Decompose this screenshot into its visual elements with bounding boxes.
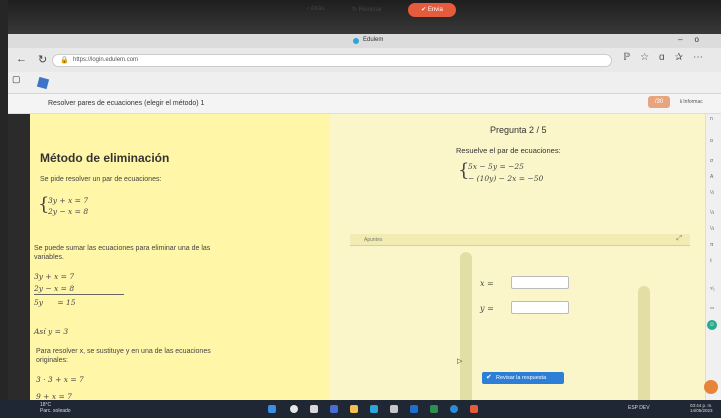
expand-icon[interactable]: ⤢ [676,235,682,243]
sub-note-line-1: Para resolver x, se sustituye y en una d… [36,348,211,355]
address-bar[interactable]: 🔒 https://login.edulem.com [52,54,612,67]
check-icon: ✔ [486,374,492,381]
work-eq-2: 2y − x = 8 [34,284,75,293]
store-icon[interactable] [390,405,398,413]
back-arrow-icon[interactable]: ← [16,53,27,65]
window-controls[interactable]: –o [678,35,711,44]
decor-pillar [638,286,650,408]
favorite-icon[interactable]: ☆ [640,52,659,63]
excel-icon[interactable] [430,405,438,413]
back-button[interactable]: ‹ Atrás [307,6,324,12]
sidebar-symbol[interactable]: ⁵⁄₂ [710,286,715,292]
x-answer-input[interactable] [511,276,569,289]
exercise-title: Resolver pares de ecuaciones (elegir el … [48,100,205,107]
file-explorer-icon[interactable] [350,405,358,413]
lesson-eq-2: 2y − x = 8 [48,207,89,216]
y-answer-input[interactable] [511,301,569,314]
question-eq-1: 5x − 5y = −25 [468,162,524,171]
work-eq-sum: 5y = 15 [34,298,76,307]
sub-eq-1: 3 · 3 + x = 7 [36,375,84,384]
browser-icon[interactable] [450,405,458,413]
taskbar: 18°C Parc. soleado ESP DEV 03:44 p. m. 1… [0,400,721,418]
question-eq-2: − (10y) − 2x = −50 [468,174,544,183]
check-answer-button[interactable]: ✔ Revisar la respuesta [482,372,564,384]
sidebar-symbol[interactable]: ℓ [710,258,712,264]
notes-panel-header[interactable]: Apuntes ⤢ [350,234,690,246]
url-text: https://login.edulem.com [73,57,139,63]
question-pane: Pregunta 2 / 5 Resuelve el par de ecuaci… [330,114,705,408]
sidebar-symbol[interactable]: A [710,174,713,180]
more-menu-icon[interactable]: ⋯ [693,52,713,63]
question-title: Pregunta 2 / 5 [490,125,547,135]
task-view-icon[interactable] [310,405,318,413]
toolbar-tools[interactable]: ℙ☆ɑ✰⋯ [623,52,713,63]
menu-icon[interactable]: ▢ [12,74,21,85]
help-icon[interactable]: ☺ [707,320,717,330]
chat-icon[interactable] [704,380,718,394]
desk-edge [0,0,8,418]
decor-pillar [460,252,472,408]
sidebar-symbol[interactable]: ⁵⁸ [710,306,714,312]
sidebar-symbol[interactable]: ½ [710,190,714,196]
start-icon[interactable] [268,405,276,413]
x-answer-label: x = [480,279,494,288]
system-tray[interactable]: ESP DEV [628,405,650,411]
window-title-bar: Edulem –o [8,34,721,48]
check-answer-label: Revisar la respuesta [496,375,547,381]
reset-button[interactable]: ↻ Reiniciar [352,6,382,13]
sidebar-symbol[interactable]: n [710,116,713,122]
lesson-intro: Se pide resolver un par de ecuaciones: [40,176,162,183]
reload-icon[interactable]: ↻ [38,53,47,66]
mouse-cursor-icon: ▷ [457,358,463,365]
sidebar-symbol[interactable]: σ [710,158,713,164]
sum-line [34,294,124,295]
lesson-eq-1: 3y + x = 7 [48,196,89,205]
app-icon [353,38,359,44]
work-eq-1: 3y + x = 7 [34,272,75,281]
sidebar-symbol[interactable]: ɑ [710,138,713,144]
exercise-header: Resolver pares de ecuaciones (elegir el … [8,94,721,114]
lesson-heading: Método de eliminación [40,151,170,165]
info-button[interactable]: ℹ Informac [680,99,703,105]
sub-note-line-2: originales: [36,357,68,364]
add-note-line-1: Se puede sumar las ecuaciones para elimi… [34,245,211,252]
send-button[interactable]: ✔ Envia [408,3,456,17]
result-text: Así y = 3 [34,327,69,336]
favorites-bar-icon[interactable]: ✰ [675,52,693,63]
app-logo [36,76,50,90]
app-header: ▢ [8,72,721,94]
edge-icon[interactable] [370,405,378,413]
lock-icon: 🔒 [60,57,69,64]
sidebar-symbol[interactable]: π [710,242,713,248]
add-note-line-2: variables. [34,254,64,261]
app-taskbar-icon[interactable] [470,405,478,413]
window-title: Edulem [363,37,384,43]
weather-widget[interactable]: 18°C Parc. soleado [40,402,71,414]
word-icon[interactable] [410,405,418,413]
clock-date: 14/05/2023 [690,408,713,413]
minimize-button[interactable]: – [678,35,694,44]
lesson-pane: Método de eliminación Se pide resolver u… [30,114,330,408]
question-prompt: Resuelve el par de ecuaciones: [456,146,561,155]
clock[interactable]: 03:44 p. m. 14/05/2023 [690,403,713,413]
notes-label: Apuntes [364,237,383,243]
y-answer-label: y = [480,304,494,313]
search-page-icon[interactable]: ℙ [623,52,640,63]
teams-icon[interactable] [330,405,338,413]
weather-desc: Parc. soleado [40,408,71,414]
maximize-button[interactable]: o [695,35,711,44]
read-aloud-icon[interactable]: ɑ [659,52,675,63]
sidebar-symbol[interactable]: ⅓ [710,226,714,232]
sidebar-symbol[interactable]: ⅓ [710,210,714,216]
score-badge: /30 [648,96,670,108]
math-symbols-sidebar: n ɑ σ A ½ ⅓ ⅓ π ℓ ⁵⁄₂ ⁵⁸ [705,114,721,408]
search-icon[interactable] [290,405,298,413]
